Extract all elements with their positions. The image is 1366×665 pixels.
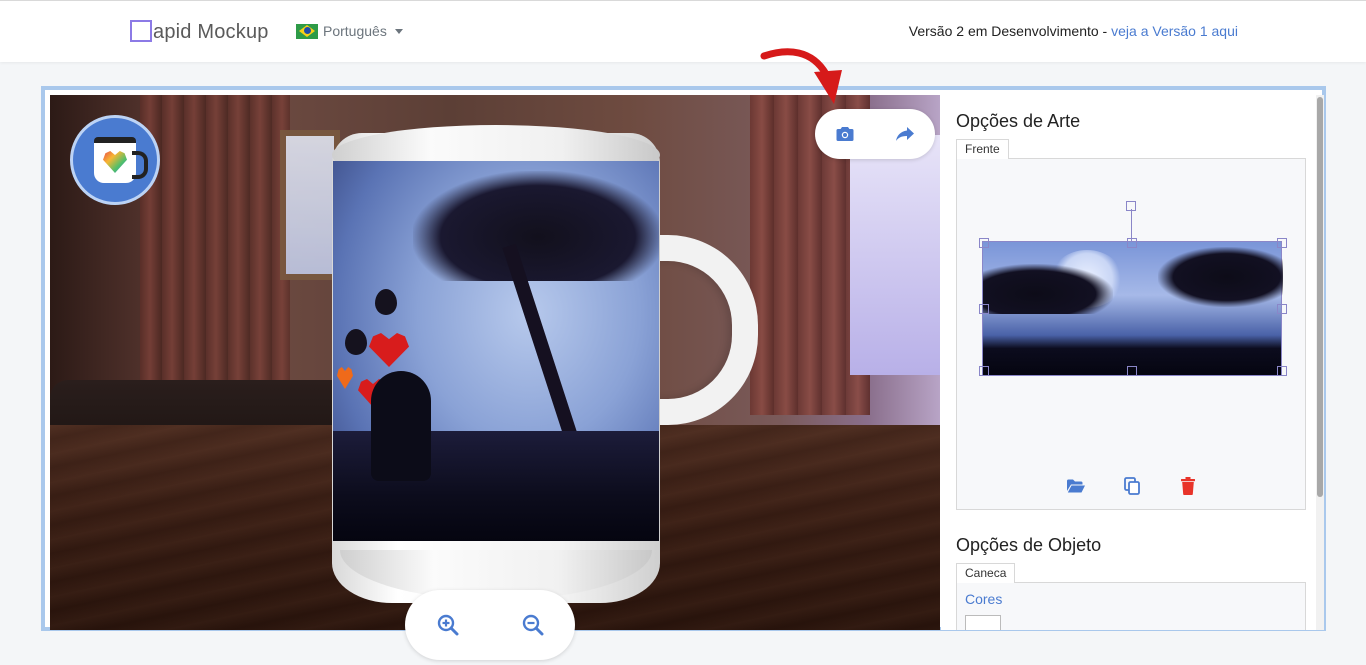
- resize-handle[interactable]: [1277, 304, 1287, 314]
- mug-print-artwork: [333, 161, 659, 541]
- mug-icon: [94, 137, 148, 183]
- heart-icon: [103, 151, 127, 173]
- share-icon: [896, 127, 914, 141]
- resize-handle[interactable]: [979, 238, 989, 248]
- balloon: [375, 289, 397, 315]
- mockup-viewer[interactable]: [50, 95, 940, 630]
- window-right: [850, 135, 940, 375]
- annotation-arrow-icon: [760, 48, 842, 104]
- resize-handle[interactable]: [1277, 238, 1287, 248]
- zoom-in-icon: [437, 614, 458, 636]
- object-options-title: Opções de Objeto: [956, 535, 1102, 555]
- heart-balloon: [337, 367, 353, 389]
- duplicate-button[interactable]: [1115, 469, 1149, 503]
- resize-handle[interactable]: [979, 304, 989, 314]
- art-preview[interactable]: [979, 238, 1287, 376]
- open-file-button[interactable]: [1059, 469, 1093, 503]
- language-dropdown[interactable]: Português: [296, 23, 403, 39]
- folder-open-icon: [1067, 479, 1085, 493]
- colors-link[interactable]: Cores: [965, 591, 1002, 607]
- panel-scrollbar[interactable]: [1316, 95, 1324, 630]
- trash-icon: [1181, 477, 1195, 495]
- editor-frame: Opções de Arte Frente Opções de Objeto C…: [41, 86, 1326, 631]
- camera-button[interactable]: [828, 117, 862, 151]
- tree-right: [1158, 247, 1283, 307]
- tab-frente[interactable]: Frente: [956, 139, 1009, 159]
- zoom-out-icon: [522, 614, 543, 636]
- version-text: Versão 2 em Desenvolvimento -: [908, 23, 1112, 39]
- language-label: Português: [323, 23, 387, 39]
- tab-caneca[interactable]: Caneca: [956, 563, 1016, 583]
- brazil-flag-icon: [296, 23, 318, 39]
- tree-left: [983, 264, 1113, 314]
- brand-name: apid Mockup: [153, 20, 269, 43]
- viewer-actions: [815, 109, 935, 159]
- share-button[interactable]: [888, 117, 922, 151]
- art-toolbar: [957, 469, 1307, 503]
- zoom-controls: [405, 590, 575, 660]
- brand-logo[interactable]: apid Mockup: [130, 18, 269, 46]
- resize-handle[interactable]: [1277, 366, 1287, 376]
- version-notice: Versão 2 em Desenvolvimento - veja a Ver…: [909, 23, 1238, 39]
- product-thumbnail[interactable]: [70, 115, 160, 205]
- zoom-in-button[interactable]: [431, 608, 465, 642]
- resize-handle[interactable]: [1127, 238, 1137, 248]
- options-panel: Opções de Arte Frente Opções de Objeto C…: [941, 95, 1319, 630]
- color-swatch[interactable]: [965, 615, 1001, 630]
- window-left: [280, 130, 340, 280]
- heart-balloon: [369, 333, 409, 367]
- delete-button[interactable]: [1171, 469, 1205, 503]
- copy-icon: [1124, 477, 1140, 495]
- resize-handle[interactable]: [979, 366, 989, 376]
- art-options-title: Opções de Arte: [956, 111, 1081, 131]
- tree-silhouette: [413, 171, 659, 281]
- version-1-link[interactable]: veja a Versão 1 aqui: [1111, 23, 1238, 39]
- navbar: apid Mockup Português Versão 2 em Desenv…: [0, 0, 1366, 62]
- resize-handle[interactable]: [1127, 366, 1137, 376]
- balloon: [345, 329, 367, 355]
- caret-down-icon: [394, 28, 403, 34]
- scrollbar-thumb[interactable]: [1317, 97, 1323, 497]
- art-tab-pane: [956, 158, 1306, 510]
- camera-icon: [836, 127, 854, 141]
- zoom-out-button[interactable]: [516, 608, 550, 642]
- rotate-handle[interactable]: [1126, 201, 1136, 211]
- couple-silhouette: [371, 371, 431, 481]
- object-tab-pane: Cores: [956, 582, 1306, 630]
- curtain-left: [140, 95, 290, 415]
- brand-mark-icon: [130, 20, 152, 42]
